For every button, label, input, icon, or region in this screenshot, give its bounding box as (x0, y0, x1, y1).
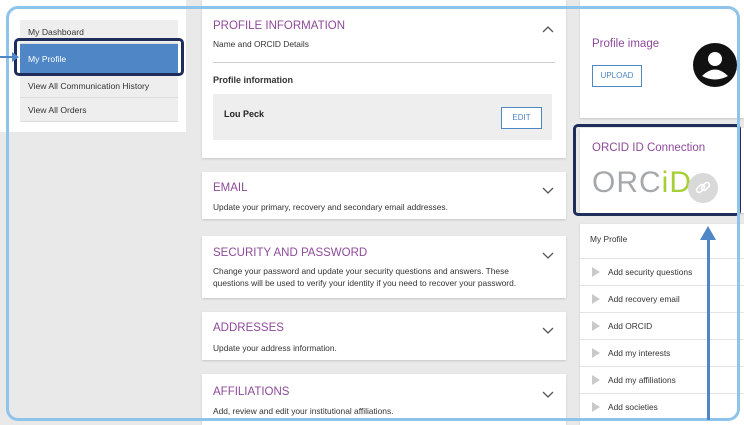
card-title: SECURITY AND PASSWORD (213, 247, 368, 259)
task-label: Add recovery email (608, 294, 680, 304)
orcid-logo-prefix: ORC (592, 166, 662, 199)
chevron-down-icon[interactable] (542, 388, 554, 400)
orcid-logo: ORCiD (592, 166, 692, 200)
task-item-interests[interactable]: Add my interests (580, 339, 744, 366)
edit-button[interactable]: EDIT (501, 107, 542, 129)
name-row: Lou Peck EDIT (213, 94, 552, 140)
user-avatar-icon (693, 43, 737, 87)
profile-info-subheading: Profile information (213, 75, 294, 85)
pointer-arrow-left (0, 52, 19, 62)
card-description: Name and ORCID Details (213, 39, 309, 49)
task-item-societies[interactable]: Add societies (580, 393, 744, 420)
nav-item-my-profile[interactable]: My Profile (20, 44, 178, 74)
link-icon (695, 181, 711, 194)
task-item-affiliations[interactable]: Add my affiliations (580, 366, 744, 393)
nav-item-communication-history[interactable]: View All Communication History (20, 74, 178, 98)
link-button[interactable] (688, 173, 718, 203)
card-description: Add, review and edit your institutional … (213, 406, 394, 416)
profile-image-title: Profile image (592, 38, 660, 50)
profile-information-card: PROFILE INFORMATION Name and ORCID Detai… (202, 0, 566, 158)
card-title: EMAIL (213, 182, 248, 194)
task-list-heading: My Profile (590, 234, 628, 244)
nav-item-dashboard[interactable]: My Dashboard (20, 20, 178, 44)
security-password-card[interactable]: SECURITY AND PASSWORD Change your passwo… (202, 236, 566, 298)
orcid-connection-card: ORCID ID Connection ORCiD (580, 128, 744, 213)
card-title: PROFILE INFORMATION (213, 20, 346, 32)
triangle-right-icon (592, 267, 600, 277)
card-description: Update your primary, recovery and second… (213, 202, 448, 212)
task-label: Add my interests (608, 348, 671, 358)
divider (213, 62, 555, 63)
card-title: AFFILIATIONS (213, 386, 290, 398)
nav-item-orders[interactable]: View All Orders (20, 98, 178, 122)
triangle-right-icon (592, 321, 600, 331)
task-label: Add security questions (608, 267, 693, 277)
chevron-down-icon[interactable] (542, 184, 554, 196)
triangle-right-icon (592, 294, 600, 304)
triangle-right-icon (592, 402, 600, 412)
chevron-down-icon[interactable] (542, 324, 554, 336)
task-item-recovery-email[interactable]: Add recovery email (580, 285, 744, 312)
email-card[interactable]: EMAIL Update your primary, recovery and … (202, 172, 566, 219)
addresses-card[interactable]: ADDRESSES Update your address informatio… (202, 312, 566, 360)
chevron-up-icon[interactable] (542, 24, 554, 36)
card-description: Update your address information. (213, 343, 337, 353)
task-item-orcid[interactable]: Add ORCID (580, 312, 744, 339)
task-label: Add my affiliations (608, 375, 676, 385)
profile-image-card: Profile image UPLOAD (580, 0, 744, 118)
triangle-right-icon (592, 348, 600, 358)
orcid-title: ORCID ID Connection (592, 142, 706, 154)
profile-name: Lou Peck (224, 109, 265, 119)
pointer-arrow-up (700, 226, 716, 420)
triangle-right-icon (592, 375, 600, 385)
task-item-security-questions[interactable]: Add security questions (580, 258, 744, 285)
card-description-line2: questions will be used to verify your id… (213, 278, 517, 288)
upload-button[interactable]: UPLOAD (592, 65, 642, 87)
task-label: Add ORCID (608, 321, 653, 331)
affiliations-card[interactable]: AFFILIATIONS Add, review and edit your i… (202, 374, 566, 425)
task-label: Add societies (608, 402, 658, 412)
profile-task-list: My Profile Add security questions Add re… (580, 224, 744, 425)
card-title: ADDRESSES (213, 322, 284, 334)
chevron-down-icon[interactable] (542, 249, 554, 261)
left-nav: My Dashboard My Profile View All Communi… (0, 0, 186, 132)
